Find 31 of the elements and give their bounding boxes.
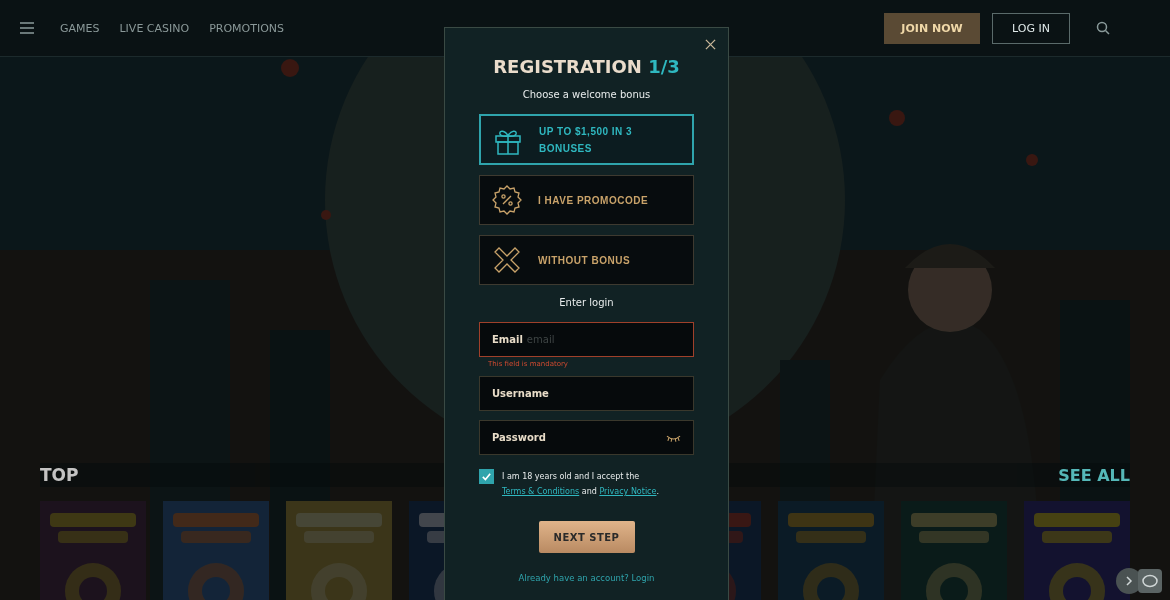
cross-icon bbox=[492, 245, 522, 275]
chevron-right-icon bbox=[1124, 576, 1134, 586]
consent-text: I am 18 years old and I accept the Terms & Conditions and Privacy Notice. bbox=[502, 471, 660, 498]
text-input[interactable]: email bbox=[526, 334, 681, 345]
terms-link[interactable]: Terms & Conditions bbox=[502, 487, 580, 496]
nav-link[interactable]: PROMOTIONS bbox=[209, 21, 285, 35]
next-step-button[interactable]: NEXT STEP bbox=[538, 521, 635, 553]
login-heading: Enter login bbox=[559, 297, 614, 308]
dialog-title: REGISTRATION 1/3 bbox=[493, 56, 680, 77]
bonus-option[interactable]: I HAVE PROMOCODE bbox=[479, 175, 694, 225]
checkmark-icon bbox=[481, 471, 492, 482]
join-button[interactable]: JOIN NOW bbox=[884, 12, 980, 44]
nav-link[interactable]: GAMES bbox=[60, 21, 100, 35]
input-field[interactable]: Email email bbox=[479, 322, 694, 357]
nav-link[interactable]: LIVE CASINO bbox=[119, 21, 190, 35]
chat-icon[interactable] bbox=[1138, 569, 1162, 593]
login-link[interactable]: Already have an account? Login bbox=[518, 573, 655, 583]
discount-badge-icon bbox=[492, 185, 522, 215]
bonus-option[interactable]: WITHOUT BONUS bbox=[479, 235, 694, 285]
dialog-subtitle: Choose a welcome bonus bbox=[522, 89, 651, 100]
input-field[interactable]: Username bbox=[479, 376, 694, 411]
hidden-eye-icon[interactable] bbox=[666, 433, 681, 442]
see-all-link[interactable]: SEE ALL bbox=[1058, 465, 1130, 485]
search-icon[interactable] bbox=[1096, 21, 1110, 35]
close-icon[interactable] bbox=[705, 39, 716, 50]
login-button[interactable]: LOG IN bbox=[992, 12, 1070, 44]
bonus-option[interactable]: UP TO $1,500 IN 3 BONUSES bbox=[479, 114, 694, 165]
menu-icon[interactable] bbox=[20, 22, 34, 34]
password-field[interactable]: Password bbox=[479, 420, 694, 455]
checkbox[interactable] bbox=[479, 469, 494, 484]
section-title: TOP bbox=[40, 465, 79, 485]
